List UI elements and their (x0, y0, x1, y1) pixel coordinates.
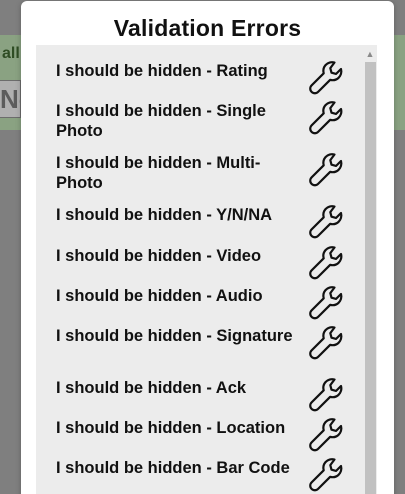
wrench-icon[interactable] (306, 455, 346, 494)
error-text: I should be hidden - Rating (56, 62, 268, 80)
error-text: I should be hidden - Bar Code (56, 459, 290, 477)
wrench-icon[interactable] (306, 283, 346, 323)
error-text: I should be hidden - Location (56, 419, 286, 437)
background-tab-label: all (2, 45, 20, 62)
error-text: I should be hidden - Signature (56, 327, 293, 345)
error-text: I should be hidden - Multi-Photo (56, 154, 261, 192)
error-list-item: I should be hidden - Audio (56, 286, 346, 320)
wrench-icon[interactable] (306, 415, 346, 455)
error-text: I should be hidden - Y/N/NA (56, 206, 273, 224)
wrench-icon[interactable] (306, 58, 346, 98)
error-text: I should be hidden - Single Photo (56, 102, 266, 140)
error-text: I should be hidden - Ack (56, 379, 247, 397)
error-list-panel: I should be hidden - Rating I should be h… (36, 45, 377, 494)
error-list-item: I should be hidden - Single Photo (56, 101, 346, 141)
background-header-bar-right (394, 35, 405, 130)
wrench-icon[interactable] (306, 98, 346, 138)
error-list-item: I should be hidden - Rating (56, 61, 346, 95)
dialog-title: Validation Errors (113, 15, 302, 41)
scroll-up-arrow-icon[interactable]: ▲ (363, 49, 377, 59)
error-list-item: I should be hidden - Y/N/NA (56, 205, 346, 239)
wrench-icon[interactable] (306, 150, 346, 190)
validation-errors-dialog: Validation Errors I should be hidden - R… (21, 1, 394, 494)
scrollbar-thumb[interactable] (365, 62, 376, 494)
error-list-item: I should be hidden - Multi-Photo (56, 153, 346, 193)
error-list-item: I should be hidden - Ack (56, 378, 346, 412)
wrench-icon[interactable] (306, 243, 346, 283)
background-input: No (0, 80, 21, 118)
wrench-icon[interactable] (306, 202, 346, 242)
error-list-item: I should be hidden - Location (56, 418, 346, 452)
error-list-item: I should be hidden - Bar Code (56, 458, 346, 492)
wrench-icon[interactable] (306, 323, 346, 363)
error-text: I should be hidden - Audio (56, 287, 263, 305)
error-text: I should be hidden - Video (56, 247, 262, 265)
wrench-icon[interactable] (306, 375, 346, 415)
error-list-item: I should be hidden - Signature (56, 326, 346, 360)
scrollbar[interactable]: ▲ (363, 45, 377, 494)
error-list-item: I should be hidden - Video (56, 246, 346, 280)
